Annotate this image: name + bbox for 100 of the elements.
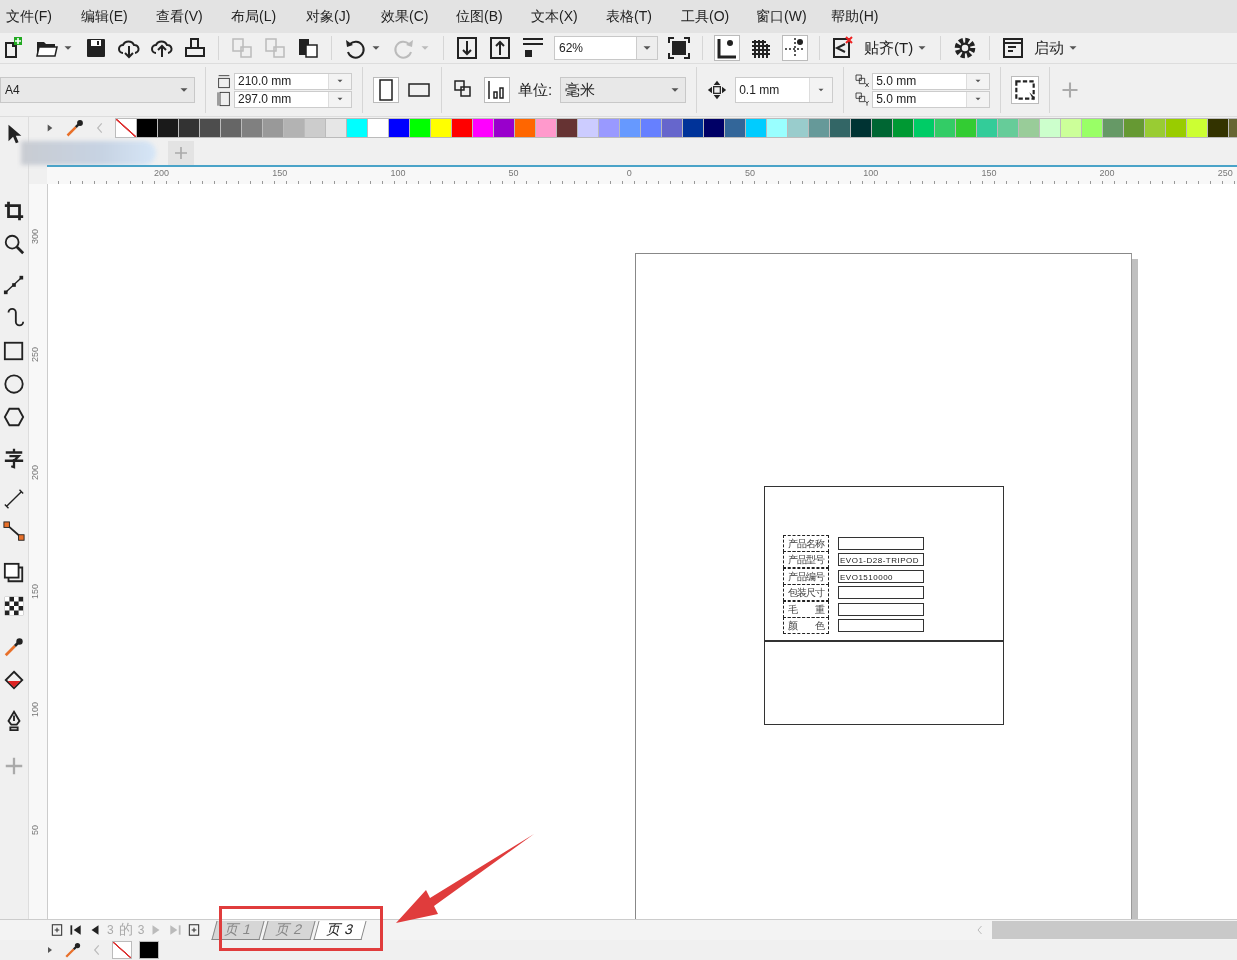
color-swatch[interactable] [472,118,494,138]
crop-icon[interactable] [3,200,25,222]
zoom-dropdown[interactable]: 62% [554,36,658,60]
clipboard-icon[interactable] [296,36,320,60]
color-swatch[interactable] [430,118,452,138]
color-swatch[interactable] [262,118,284,138]
color-swatch[interactable] [304,118,326,138]
ruler-icon[interactable] [714,35,740,61]
color-swatch[interactable] [1207,118,1229,138]
color-swatch[interactable] [1165,118,1187,138]
portrait-page-icon[interactable] [373,77,399,103]
color-swatch[interactable] [1123,118,1145,138]
menu-item[interactable]: 编辑(E) [81,7,156,26]
color-swatch[interactable] [997,118,1019,138]
page-tab[interactable]: 页 3 [313,921,366,940]
polygon-icon[interactable] [3,406,25,428]
color-swatch[interactable] [409,118,431,138]
units-dropdown[interactable]: 毫米 [560,77,687,103]
zoom-icon[interactable] [3,233,25,255]
nudge-field[interactable]: 0.1 mm [735,77,834,103]
add-page-icon[interactable] [50,923,64,937]
bleed-icon[interactable] [1011,76,1040,104]
ellipse-icon[interactable] [3,373,25,395]
color-swatch[interactable] [787,118,809,138]
paint-bucket-icon[interactable] [3,669,25,691]
drop-shadow-icon[interactable] [3,562,25,584]
checkerboard-icon[interactable] [3,595,25,617]
dimension-icon[interactable] [3,488,25,510]
height-field[interactable]: 297.0 mm [234,90,352,108]
menu-item[interactable]: 对象(J) [306,7,381,26]
window-icon[interactable] [1001,36,1026,60]
menu-item[interactable]: 查看(V) [156,7,231,26]
guidelines-icon[interactable] [782,35,808,61]
color-swatch[interactable] [640,118,662,138]
color-swatch[interactable] [871,118,893,138]
color-swatch[interactable] [388,118,410,138]
color-swatch[interactable] [682,118,704,138]
color-swatch[interactable] [493,118,515,138]
color-swatch[interactable] [976,118,998,138]
color-swatch[interactable] [619,118,641,138]
color-swatch[interactable] [661,118,683,138]
import-icon[interactable] [455,36,479,60]
color-swatch[interactable] [850,118,872,138]
color-swatch[interactable] [1186,118,1208,138]
color-swatch[interactable] [766,118,788,138]
snap-menu[interactable]: 贴齐(T) [864,38,914,58]
color-swatch[interactable] [934,118,956,138]
color-swatch[interactable] [325,118,347,138]
color-swatch[interactable] [724,118,746,138]
launch-menu[interactable]: 启动 [1034,38,1065,58]
color-swatch[interactable] [157,118,179,138]
page-size-dropdown[interactable]: A4 [0,77,195,103]
color-swatch[interactable] [220,118,242,138]
color-swatch[interactable] [808,118,830,138]
color-swatch[interactable] [1060,118,1082,138]
no-color-swatch[interactable] [115,118,137,138]
current-page-icon[interactable] [484,77,510,103]
menu-item[interactable]: 窗口(W) [756,7,831,26]
color-swatch[interactable] [955,118,977,138]
color-swatch[interactable] [535,118,557,138]
color-swatch[interactable] [514,118,536,138]
color-swatch[interactable] [1102,118,1124,138]
eyedropper-icon[interactable] [64,941,82,959]
full-screen-icon[interactable] [667,36,691,60]
color-swatch[interactable] [1081,118,1103,138]
color-swatch[interactable] [241,118,263,138]
menu-item[interactable]: 位图(B) [456,7,531,26]
add-page-icon[interactable] [187,923,202,937]
menu-item[interactable]: 帮助(H) [831,7,906,26]
snap-off-icon[interactable] [831,36,855,60]
menu-item[interactable]: 效果(C) [381,7,456,26]
color-swatch[interactable] [829,118,851,138]
color-swatch[interactable] [139,941,159,959]
menu-item[interactable]: 布局(L) [231,7,306,26]
color-swatch[interactable] [346,118,368,138]
no-color-swatch[interactable] [112,941,132,959]
duplicate-x-field[interactable]: 5.0 mm [872,72,991,90]
color-swatch[interactable] [892,118,914,138]
printer-icon[interactable] [183,36,207,60]
color-swatch[interactable] [1018,118,1040,138]
text-tool-icon[interactable] [3,447,25,469]
rectangle-icon[interactable] [3,340,25,362]
color-swatch[interactable] [703,118,725,138]
freehand-icon[interactable] [3,274,25,296]
eyedropper-icon[interactable] [3,636,25,658]
color-swatch[interactable] [1039,118,1061,138]
export-icon[interactable] [488,36,512,60]
color-swatch[interactable] [598,118,620,138]
color-swatch[interactable] [745,118,767,138]
duplicate-y-field[interactable]: 5.0 mm [872,90,991,108]
menu-item[interactable]: 文本(X) [531,7,606,26]
color-swatch[interactable] [577,118,599,138]
color-swatch[interactable] [199,118,221,138]
first-page-icon[interactable] [69,923,83,937]
color-swatch[interactable] [913,118,935,138]
menu-item[interactable]: 工具(O) [681,7,756,26]
eyedropper-icon[interactable] [65,118,85,138]
color-swatch[interactable] [178,118,200,138]
save-icon[interactable] [84,36,108,60]
color-swatch[interactable] [556,118,578,138]
